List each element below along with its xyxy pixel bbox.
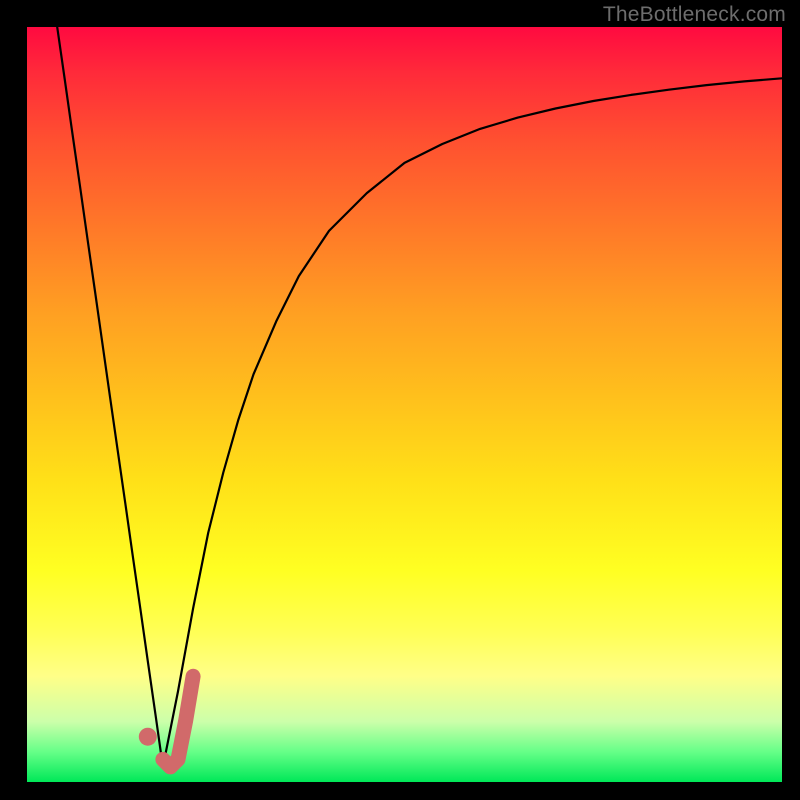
left-branch-line bbox=[57, 27, 163, 767]
chart-frame: TheBottleneck.com bbox=[0, 0, 800, 800]
plot-area bbox=[27, 27, 782, 782]
watermark-text: TheBottleneck.com bbox=[603, 3, 786, 27]
j-marker bbox=[139, 676, 193, 767]
chart-svg bbox=[27, 27, 782, 782]
right-branch-line bbox=[163, 78, 782, 767]
